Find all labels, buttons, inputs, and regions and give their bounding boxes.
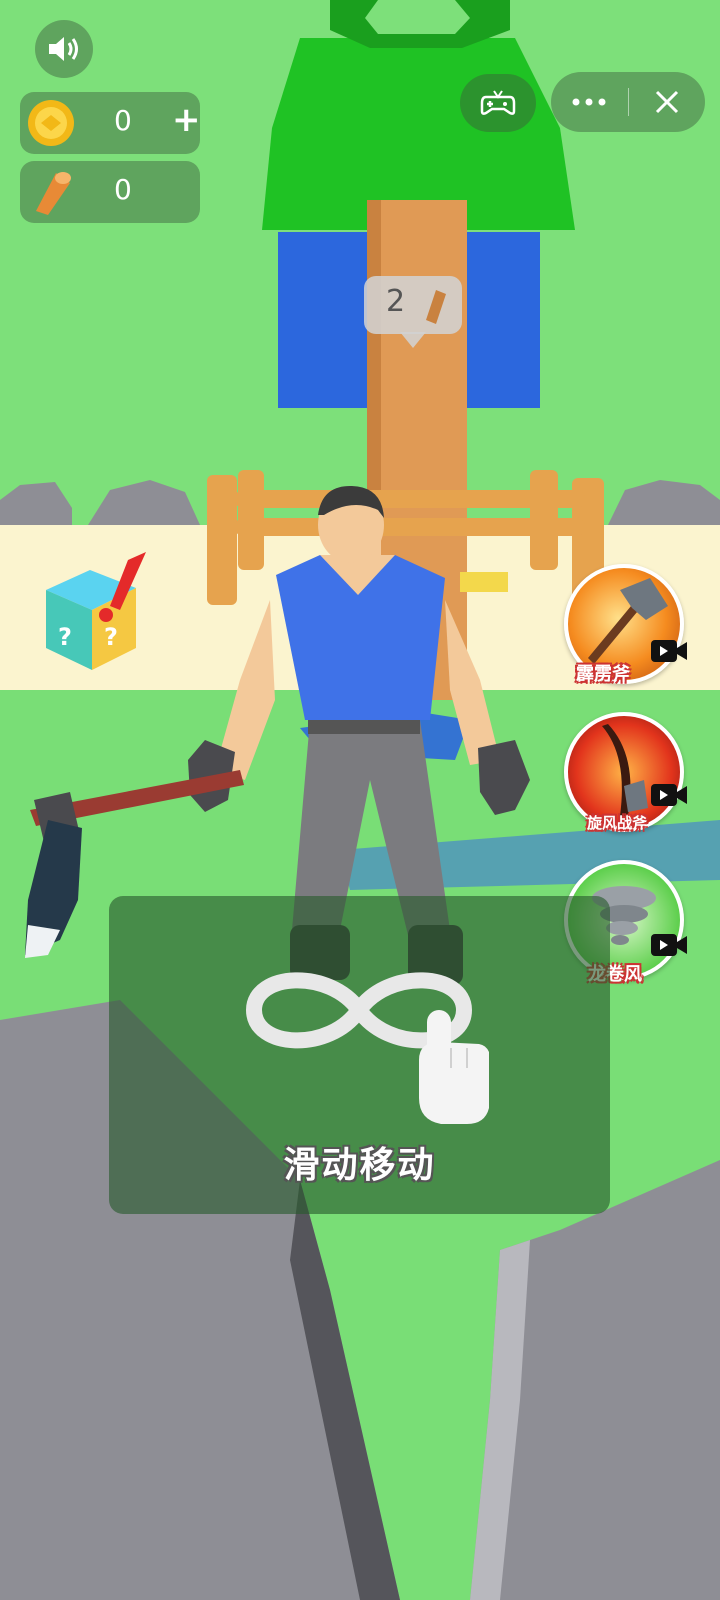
more-dots-icon (572, 98, 606, 106)
sound-button[interactable] (35, 20, 93, 78)
skill-thunder-axe-label: 霹雳斧 (576, 664, 630, 685)
gamepad-icon (480, 90, 516, 115)
wood-count: 0 (114, 173, 132, 206)
speaker-icon (49, 37, 78, 61)
swipe-tutorial-panel[interactable]: 滑动移动 (109, 896, 610, 1214)
coin-icon (28, 100, 74, 146)
video-ad-icon (651, 784, 687, 806)
svg-text:?: ? (104, 623, 118, 651)
more-button[interactable] (551, 72, 627, 132)
wood-icon (426, 290, 446, 324)
wood-required-count: 2 (386, 284, 406, 319)
add-coins-button[interactable]: + (172, 100, 201, 140)
bubble-tail (400, 332, 426, 348)
tree-requirement-bubble: 2 (364, 276, 462, 348)
mini-program-capsule (551, 72, 705, 132)
video-ad-icon (651, 640, 687, 662)
close-button[interactable] (629, 72, 705, 132)
gamepad-button[interactable] (460, 74, 536, 132)
coin-counter: 0 + (20, 92, 201, 154)
tutorial-text: 滑动移动 (283, 1145, 436, 1186)
skill-whirlwind-axe-label: 旋风战斧 (587, 814, 648, 832)
infinity-swipe-icon (245, 972, 489, 1124)
svg-text:?: ? (58, 623, 72, 651)
close-icon (655, 90, 679, 114)
video-ad-icon (651, 934, 687, 956)
wood-icon (36, 172, 71, 215)
coin-count: 0 (114, 104, 132, 137)
wood-counter: 0 (20, 161, 200, 223)
